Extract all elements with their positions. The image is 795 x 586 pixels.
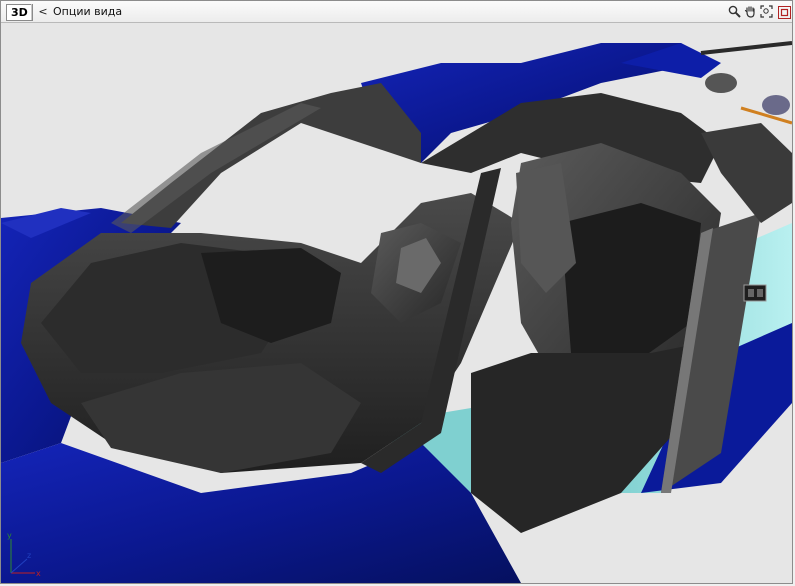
toolbar-separator [31, 4, 32, 20]
svg-text:x: x [36, 569, 41, 578]
car-model-render [1, 41, 792, 583]
view-mode-badge[interactable]: 3D [6, 4, 33, 21]
viewer-toolbar: 3D < Опции вида [1, 1, 792, 23]
svg-text:z: z [27, 551, 31, 560]
hand-icon[interactable] [743, 4, 758, 19]
back-button[interactable]: < [37, 4, 49, 20]
zoom-extents-icon[interactable] [759, 4, 774, 19]
axis-gizmo-icon: y x z [7, 531, 41, 578]
view-options-title[interactable]: Опции вида [53, 4, 122, 20]
close-icon[interactable] [778, 6, 791, 19]
3d-viewport[interactable]: y x z [1, 23, 792, 583]
svg-text:y: y [7, 531, 12, 540]
magnifier-icon[interactable] [727, 4, 742, 19]
viewer-window: 3D < Опции вида y x z [0, 0, 793, 584]
